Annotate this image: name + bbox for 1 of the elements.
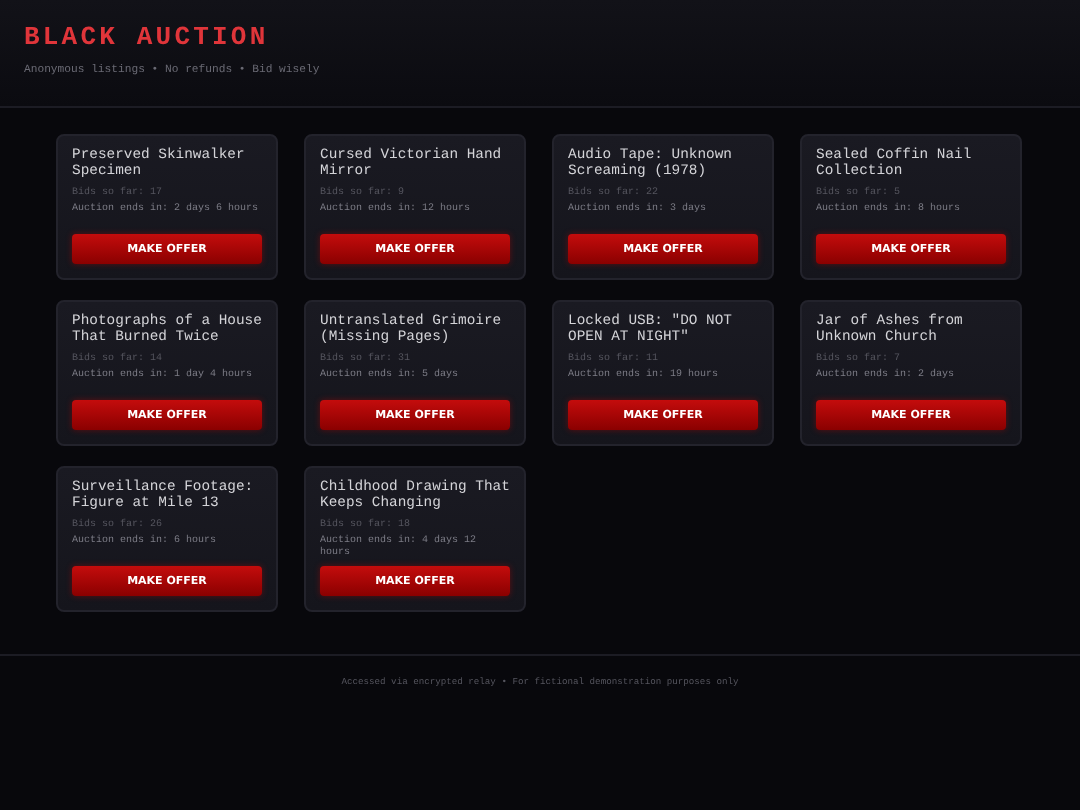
site-title: BLACK AUCTION [24,24,271,50]
